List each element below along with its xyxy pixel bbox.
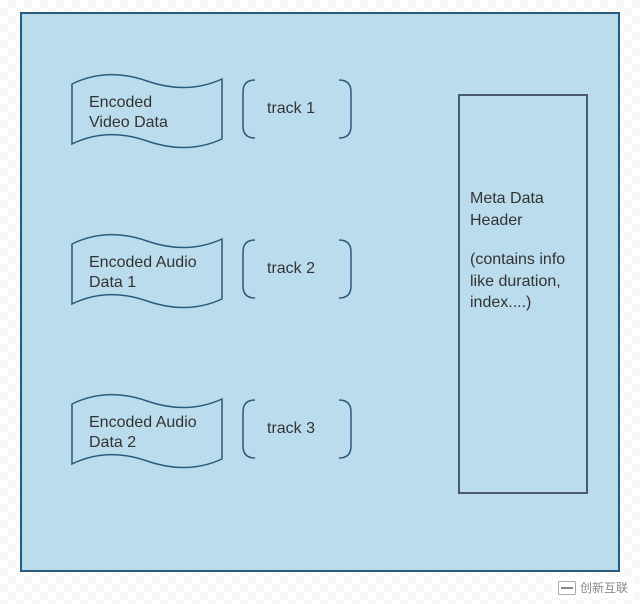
meta-description: (contains info like duration, index....) xyxy=(470,249,576,314)
track-bracket: track 3 xyxy=(237,394,357,464)
container-box: Encoded Video Data track 1 Encoded Audio… xyxy=(20,12,620,572)
watermark-text: 创新互联 xyxy=(580,579,628,596)
encoded-data-label: Encoded Video Data xyxy=(89,93,168,133)
encoded-data-flag: Encoded Audio Data 1 xyxy=(67,229,227,314)
encoded-data-label: Encoded Audio Data 1 xyxy=(89,253,197,293)
watermark: 创新互联 xyxy=(552,577,634,598)
track-label: track 2 xyxy=(267,260,315,278)
watermark-logo-icon xyxy=(558,581,576,595)
track-label: track 3 xyxy=(267,420,315,438)
track-bracket: track 1 xyxy=(237,74,357,144)
encoded-data-flag: Encoded Audio Data 2 xyxy=(67,389,227,474)
encoded-data-label: Encoded Audio Data 2 xyxy=(89,413,197,453)
track-label: track 1 xyxy=(267,100,315,118)
track-bracket: track 2 xyxy=(237,234,357,304)
encoded-data-flag: Encoded Video Data xyxy=(67,69,227,154)
meta-data-header-box: Meta Data Header (contains info like dur… xyxy=(458,94,588,494)
meta-title: Meta Data Header xyxy=(470,188,576,231)
